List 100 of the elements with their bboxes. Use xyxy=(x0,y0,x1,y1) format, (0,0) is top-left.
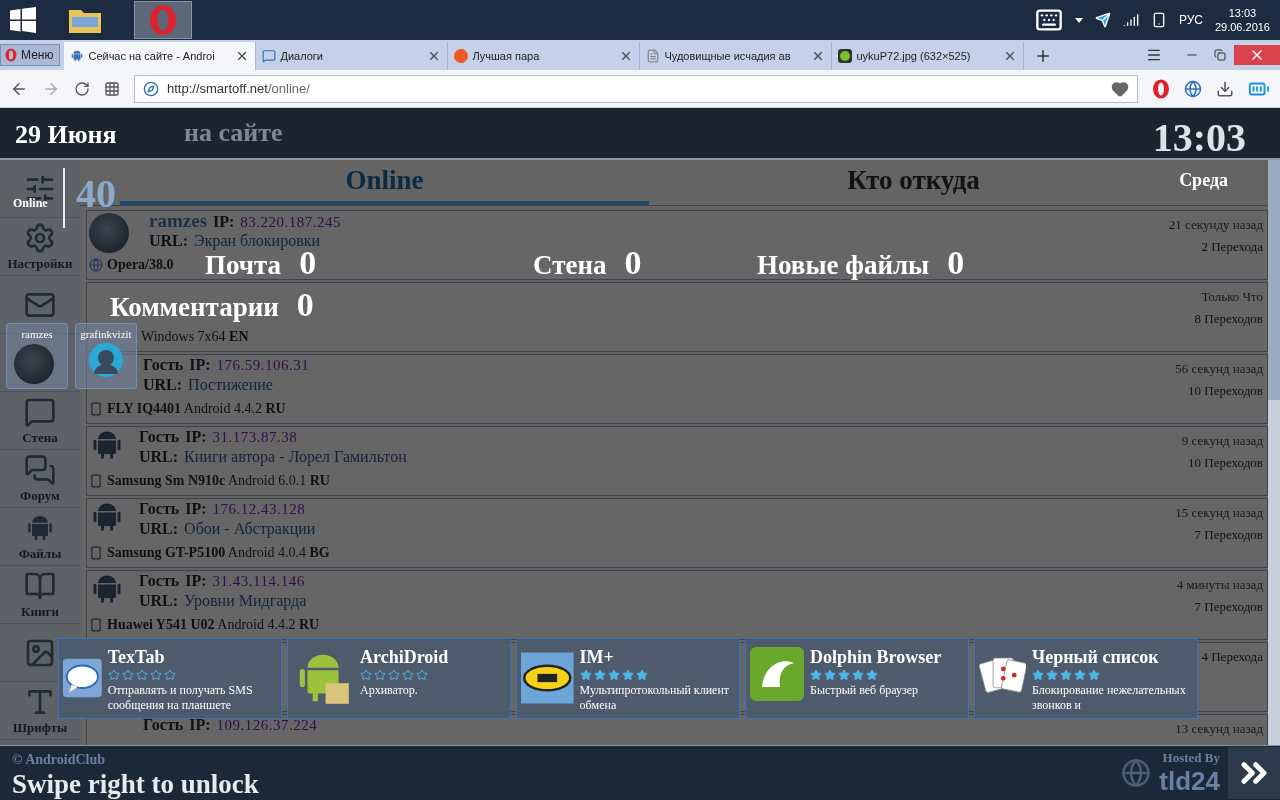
windows-logo-icon[interactable] xyxy=(10,7,36,33)
speech-bubbles-icon[interactable] xyxy=(24,453,56,486)
star-icon xyxy=(635,669,648,681)
page-link[interactable]: Уровни Мидгарда xyxy=(184,591,307,611)
app-card[interactable]: ArchiDroid Архиватор. xyxy=(287,638,511,719)
device-info: FLY IQ4401 Android 4.4.2 RU xyxy=(107,401,286,417)
swipe-hint: Swipe right to unlock xyxy=(12,768,259,800)
transitions-count: 10 Переходов xyxy=(1188,383,1263,399)
sidebar-label[interactable]: Файлы xyxy=(18,545,62,562)
counter-label: Новые файлы xyxy=(757,252,930,278)
url-label: URL: xyxy=(149,231,189,251)
download-icon[interactable] xyxy=(1216,79,1234,98)
star-icon xyxy=(866,669,878,681)
phone-icon xyxy=(89,618,103,632)
url-label: URL: xyxy=(143,375,183,395)
circle-logo-icon xyxy=(454,49,469,63)
star-icon xyxy=(1031,669,1044,681)
letter-o-icon xyxy=(5,48,17,62)
menu-icon[interactable] xyxy=(1146,47,1162,63)
sidebar-label[interactable]: Настройки xyxy=(7,255,73,272)
star-icon xyxy=(374,669,386,681)
visitor-row[interactable]: Гость IP: 31.43.114.146 URL: Уровни Мидгарда Huawei Y541 U02 Android 4.4.2 RU 4 минуты назад 7 Переходов xyxy=(86,570,1268,640)
transitions-count: 7 Переходов xyxy=(1194,527,1263,543)
paper-plane-icon[interactable] xyxy=(1094,12,1111,28)
app-description: Блокирование нежелательных звонков и xyxy=(1031,683,1187,713)
visitor-name: Гость xyxy=(143,355,184,375)
visit-time: 13 секунд назад xyxy=(1175,721,1263,737)
unlock-button[interactable] xyxy=(1228,747,1280,799)
app-card[interactable]: Dolphin Browser Быстрый веб браузер xyxy=(745,638,969,719)
transitions-count: 4 Перехода xyxy=(1201,649,1263,665)
star-icon xyxy=(579,669,592,681)
app-description: Архиватор. xyxy=(360,683,419,698)
device-info: Huawei Y541 U02 Android 4.4.2 RU xyxy=(107,617,320,633)
app-title: Черный список xyxy=(1031,647,1160,668)
clock[interactable]: 13:03 29.06.2016 xyxy=(1214,6,1270,34)
tab-title: Сейчас на сайте - Androi xyxy=(88,50,216,62)
visit-time: Только Что xyxy=(1201,289,1263,305)
star-icon xyxy=(1087,669,1100,681)
page-link[interactable]: Постижение xyxy=(188,375,273,395)
counter-value: 0 xyxy=(624,250,642,276)
visitor-row[interactable]: Гость IP: 176.59.106.31 URL: Постижение FLY IQ4401 Android 4.4.2 RU 56 секунд назад 10 Переходов xyxy=(86,354,1268,424)
signal-icon[interactable] xyxy=(1122,12,1139,28)
star-icon xyxy=(135,669,148,681)
tab-title: Чудовищные исчадия ав xyxy=(664,50,792,62)
sidebar-label[interactable]: Форум xyxy=(20,487,60,504)
visitor-name: ramzes xyxy=(149,211,208,231)
app-card[interactable]: Черный список Блокирование нежелательных звонков и xyxy=(974,638,1198,719)
visitor-row[interactable]: Гость IP: 31.173.87.38 URL: Книги автора - Лорел Гамильтон Samsung Sm N910c Android 6.0.1 RU 9 секунд назад 10 Переходов xyxy=(86,426,1268,496)
star-icon xyxy=(852,669,864,681)
app-description: Быстрый веб браузер xyxy=(810,683,920,698)
globe-icon[interactable] xyxy=(1184,79,1202,98)
compass-icon xyxy=(143,80,159,97)
visit-time: 9 секунд назад xyxy=(1181,433,1263,449)
device-info: Samsung Sm N910c Android 6.0.1 RU xyxy=(107,473,330,489)
device-info: Opera/38.0 xyxy=(107,257,174,273)
ip-address: 109.126.37.224 xyxy=(216,716,318,735)
sidebar-label[interactable]: Шрифты xyxy=(12,719,68,736)
host-logo: Hosted By tld24 xyxy=(1159,749,1220,797)
language-indicator[interactable]: РУС xyxy=(1178,13,1203,27)
page-link[interactable]: Книги автора - Лорел Гамильтон xyxy=(184,447,407,467)
counter-value: 0 xyxy=(299,250,317,276)
grid-icon[interactable] xyxy=(104,80,120,97)
page-tab[interactable]: Кто откуда xyxy=(649,160,1178,205)
sidebar-label[interactable]: Стена xyxy=(22,429,58,446)
transitions-count: 10 Переходов xyxy=(1188,455,1263,471)
star-icon xyxy=(824,669,836,681)
url-label: URL: xyxy=(139,591,179,611)
ip-label: IP: xyxy=(185,571,207,591)
star-icon xyxy=(388,669,400,681)
visitor-row[interactable]: Гость IP: 176.12.43.128 URL: Обои - Абстракции Samsung GT-P5100 Android 4.0.4 BG 15 секунд назад 7 Переходов xyxy=(86,498,1268,568)
app-card[interactable]: TexTab Отправлять и получать SMS сообщения на планшете xyxy=(58,638,282,719)
star-icon xyxy=(621,669,634,681)
app-card[interactable]: IM+ Мультипротокольный клиент обмена xyxy=(516,638,740,719)
app-title: IM+ xyxy=(579,647,615,668)
page-tab[interactable]: Online xyxy=(120,160,649,205)
menu-button[interactable]: Меню xyxy=(0,44,61,66)
app-description: Мультипротокольный клиент обмена xyxy=(579,683,731,713)
user-chip[interactable]: grafinkvizit xyxy=(75,323,137,389)
app-description: Отправлять и получать SMS сообщения на планшете xyxy=(107,683,254,713)
user-chip[interactable]: ramzes xyxy=(6,323,68,389)
star-icon xyxy=(149,669,162,681)
phone-icon xyxy=(89,546,103,560)
heart-icon[interactable] xyxy=(1111,79,1129,98)
ip-address: 176.12.43.128 xyxy=(212,500,306,519)
address-field[interactable]: http://smartoff.net/online/ xyxy=(134,74,1138,103)
reload-icon[interactable] xyxy=(74,80,90,97)
lock-time: 13:03 xyxy=(1152,114,1246,161)
star-icon xyxy=(593,669,606,681)
page-link[interactable]: Обои - Абстракции xyxy=(184,519,316,539)
sidebar-label[interactable]: Книги xyxy=(21,603,59,620)
letter-o-icon xyxy=(148,4,178,36)
page-icon xyxy=(646,49,661,63)
browser-tab[interactable]: Сейчас на сайте - Androi xyxy=(64,42,257,70)
lock-date: 29 Июня xyxy=(15,120,117,150)
counter-label: Почта xyxy=(205,252,282,278)
letter-o-icon[interactable] xyxy=(1152,78,1170,99)
settings-icon[interactable] xyxy=(24,221,56,254)
caret-icon[interactable] xyxy=(1074,17,1083,23)
page-link[interactable]: Экран блокировки xyxy=(194,231,321,251)
scrollbar[interactable] xyxy=(1268,160,1280,745)
